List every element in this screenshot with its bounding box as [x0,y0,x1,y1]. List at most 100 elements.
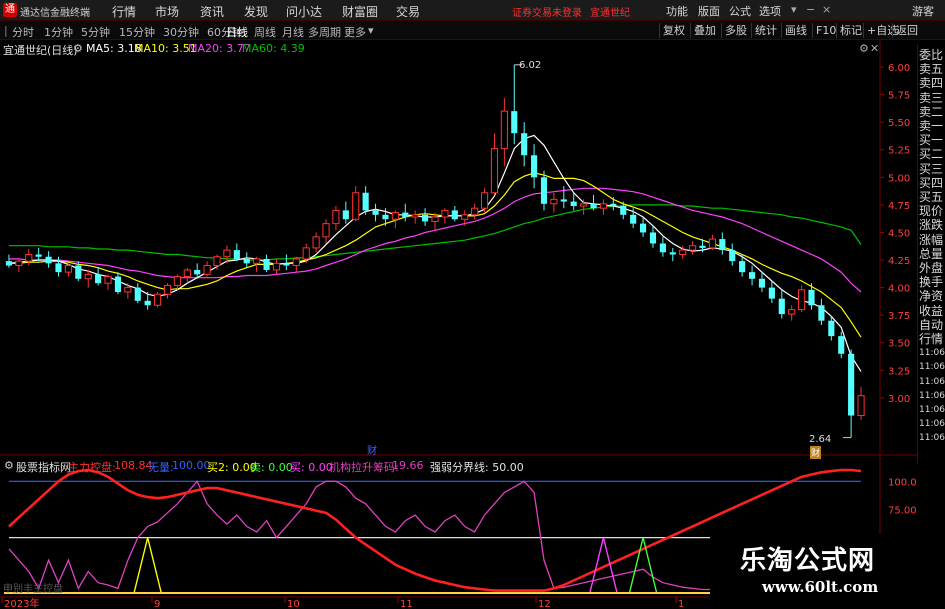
candle-body [729,250,736,262]
candle-body [857,395,865,417]
date-axis: 2023年 9 10 11 12 1 [1,597,684,609]
candle-body [352,192,360,220]
signal-spike [133,537,163,595]
candle-body [5,261,13,266]
candle-body [84,273,92,280]
inst-label: 机构拉升筹码: [329,461,399,474]
sidebar-item[interactable]: 11:06 [919,429,945,447]
candle-body [223,249,231,258]
candle-body [144,300,151,306]
candle-body [15,260,23,267]
candle-body [382,214,389,220]
candle-body [500,110,508,150]
candle-body [95,274,102,284]
candle-body [590,203,597,209]
price-tick-label: 4.50 [888,228,910,239]
candle-body [708,238,716,249]
candle-body [649,232,657,244]
candle-body [253,258,261,264]
price-tick-label: 3.50 [888,339,910,350]
inst-value: 19.66 [392,459,424,472]
candle-body [471,207,479,216]
candle-body [154,293,162,306]
candle-body [213,256,221,267]
signal-spike [628,537,658,595]
candle-body [194,269,201,275]
indicator-tick-label: 100.0 [888,477,917,488]
candle-body [312,236,320,249]
date-tick-label: 1 [678,599,684,609]
price-tick-label: 3.25 [888,366,910,377]
watermark-title: 乐淘公式网 [740,546,876,576]
indicator-name[interactable]: 股票指标网 [16,459,71,475]
candle-body [55,263,62,273]
candle-body [45,256,52,264]
buy-label: 买: 0.00 [290,461,333,474]
date-tick-label: 12 [538,599,551,609]
candle-body [272,262,281,271]
watermark-url: www.60lt.com [762,578,879,596]
candle-body [540,177,548,204]
price-tick-label: 5.75 [888,91,910,102]
site-watermark: 乐淘公式网 www.60lt.com [710,534,945,609]
candle-body [332,209,340,225]
candle-body [451,210,458,220]
candle-body [64,265,72,273]
candle-body [402,212,409,218]
price-tick-label: 3.75 [888,311,910,322]
candle-body [322,223,330,238]
candle-body [411,214,419,218]
candle-body [778,298,785,315]
candle-body [630,214,637,224]
candle-body [124,287,132,293]
candle-body [570,201,577,206]
candle-body [461,214,469,220]
candle-body [531,155,538,178]
candle-body [768,287,775,299]
candle-body [263,258,270,270]
candle-body [292,258,300,267]
candle-body [659,243,666,253]
candle-body [689,245,697,251]
wulian-value: 100.00 [172,459,211,472]
cai-marker-bottom[interactable]: 财 [810,446,822,459]
indicator-tick-label: 75.00 [888,505,917,516]
candle-body [848,353,855,416]
candle-body [283,263,290,266]
candle-body [550,198,558,205]
candle-body [599,203,608,209]
candle-body [620,205,627,215]
low-price-label: 2.64 [809,434,832,445]
candle-body [808,289,815,306]
price-tick-label: 5.00 [888,173,910,184]
price-axis: 6.00 5.75 5.50 5.25 5.00 4.75 4.50 4.25 4.00 3.75… [880,63,910,405]
date-tick-label: 11 [400,599,413,609]
candle-body [391,212,399,220]
candle-body [372,210,379,215]
candle-body [441,209,449,218]
main-force-label: 主力控盘: [68,461,116,474]
candle-body [183,269,191,278]
candle-body [511,111,518,134]
cai-marker[interactable]: 财 [367,442,377,457]
candle-body [838,336,845,354]
high-price-label: 6.02 [519,60,542,71]
candle-body [758,278,766,288]
candle-body [362,192,369,211]
candle-body [342,210,349,220]
candlestick-chart[interactable] [5,64,865,439]
strength-label: 强弱分界线: 50.00 [430,461,524,474]
candle-body [699,245,706,248]
price-tick-label: 4.75 [888,201,910,212]
candle-body [75,265,82,279]
wulian-label: 无量: [148,461,174,474]
candle-body [679,249,687,256]
price-tick-label: 6.00 [888,63,910,74]
candle-body [25,254,33,262]
candle-body [173,276,181,286]
indicator-settings-icon[interactable]: ⚙ [4,459,14,472]
date-tick-label: 10 [287,599,300,609]
sell-label: 卖: 0.00 [250,461,293,474]
candle-body [233,250,240,259]
main-force-value: 108.84 [114,459,153,472]
